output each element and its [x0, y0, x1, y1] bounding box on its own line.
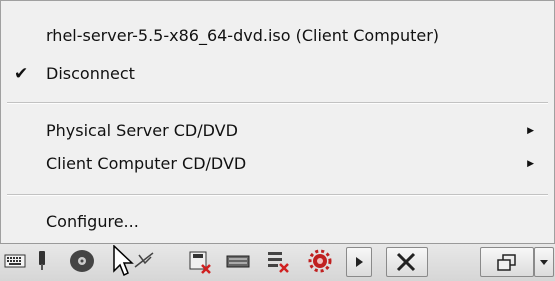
device-toolbar [0, 243, 555, 281]
submenu-arrow-icon: ▶ [527, 159, 534, 169]
dropdown-icon[interactable] [534, 247, 554, 277]
menu-item-label: Physical Server CD/DVD [46, 121, 238, 140]
play-icon[interactable] [346, 247, 372, 277]
menu-item-physical-server-cd-dvd[interactable]: Physical Server CD/DVD ▶ [1, 114, 554, 148]
menu-item-label: Client Computer CD/DVD [46, 154, 247, 173]
menu-item-label: Configure... [46, 212, 139, 231]
context-menu: rhel-server-5.5-x86_64-dvd.iso (Client C… [0, 0, 555, 244]
menu-item-disconnect[interactable]: ✔ Disconnect [1, 57, 554, 91]
menu-separator [7, 102, 548, 104]
menu-separator [7, 194, 548, 196]
disk-icon[interactable] [186, 247, 214, 275]
menu-item-iso-image[interactable]: rhel-server-5.5-x86_64-dvd.iso (Client C… [1, 19, 554, 53]
checkmark-icon: ✔ [14, 64, 29, 84]
network-icon[interactable] [264, 247, 294, 275]
mouse-cursor-icon [113, 245, 134, 277]
drive-icon[interactable] [224, 247, 252, 275]
settings-icon[interactable] [304, 247, 336, 275]
menu-item-label: rhel-server-5.5-x86_64-dvd.iso (Client C… [46, 26, 440, 45]
menu-item-label: Disconnect [46, 64, 135, 83]
usb-icon[interactable] [31, 247, 53, 275]
menu-item-client-computer-cd-dvd[interactable]: Client Computer CD/DVD ▶ [1, 147, 554, 181]
cd-dvd-icon[interactable] [62, 247, 102, 275]
menu-item-configure[interactable]: Configure... [1, 205, 554, 239]
submenu-arrow-icon: ▶ [527, 126, 534, 136]
keyboard-icon[interactable] [3, 247, 27, 275]
tools-icon[interactable] [386, 247, 428, 277]
window-icon[interactable] [480, 247, 534, 277]
